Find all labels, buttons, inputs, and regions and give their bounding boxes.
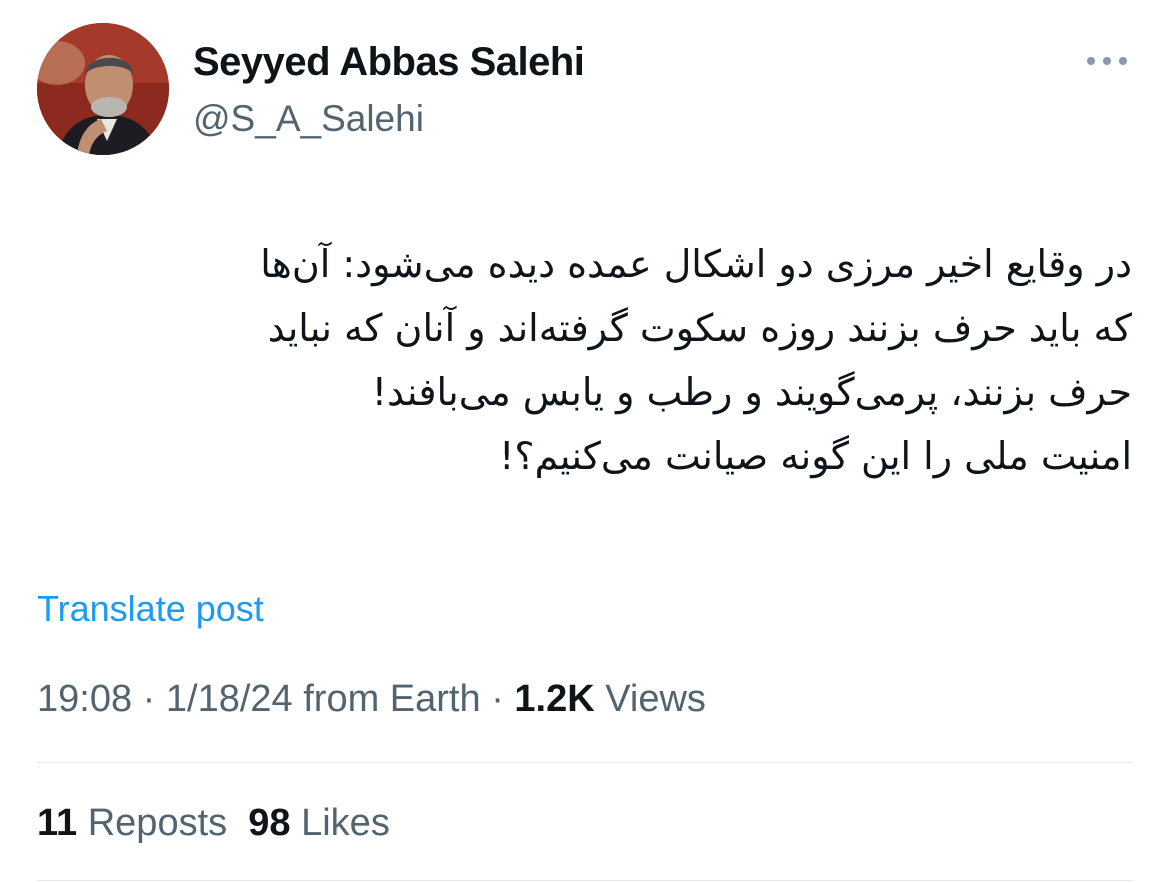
likes-stat[interactable]: 98 Likes: [248, 802, 390, 844]
engagement-stats: 11 Reposts 98 Likes: [37, 802, 390, 845]
avatar-photo: [37, 23, 169, 155]
tweet-text: در وقایع اخیر مرزی دو اشکال عمده دیده می…: [40, 232, 1132, 488]
tweet-text-line: در وقایع اخیر مرزی دو اشکال عمده دیده می…: [260, 242, 1132, 286]
likes-count: 98: [248, 802, 291, 844]
translate-post-link[interactable]: Translate post: [37, 588, 264, 630]
tweet-metadata: 19:08 · 1/18/24 from Earth · 1.2K Views: [37, 678, 706, 721]
tweet-header: Seyyed Abbas Salehi @S_A_Salehi: [0, 0, 1169, 170]
tweet-location: from Earth: [303, 678, 481, 720]
views-label: Views: [605, 678, 706, 720]
tweet-text-line: امنیت ملی را این گونه صیانت می‌کنیم؟!: [499, 434, 1132, 478]
tweet-time[interactable]: 19:08: [37, 678, 132, 720]
tweet-text-line: که باید حرف بزنند روزه سکوت گرفته‌اند و …: [267, 306, 1132, 350]
user-handle[interactable]: @S_A_Salehi: [193, 98, 424, 140]
divider: [37, 880, 1133, 881]
reposts-count: 11: [37, 802, 78, 844]
tweet-date[interactable]: 1/18/24: [166, 678, 293, 720]
views-count: 1.2K: [514, 678, 595, 720]
more-button[interactable]: [1082, 44, 1132, 78]
display-name[interactable]: Seyyed Abbas Salehi: [193, 40, 585, 85]
reposts-stat[interactable]: 11 Reposts: [37, 802, 227, 844]
separator-dot: ·: [142, 678, 156, 720]
tweet-text-line: حرف بزنند، پرمی‌گویند و رطب و یابس می‌با…: [371, 370, 1132, 414]
divider: [37, 762, 1133, 763]
likes-label: Likes: [301, 802, 390, 844]
reposts-label: Reposts: [87, 802, 228, 844]
separator-dot: ·: [491, 678, 504, 720]
more-horizontal-icon: [1087, 57, 1127, 65]
avatar[interactable]: [37, 23, 169, 155]
